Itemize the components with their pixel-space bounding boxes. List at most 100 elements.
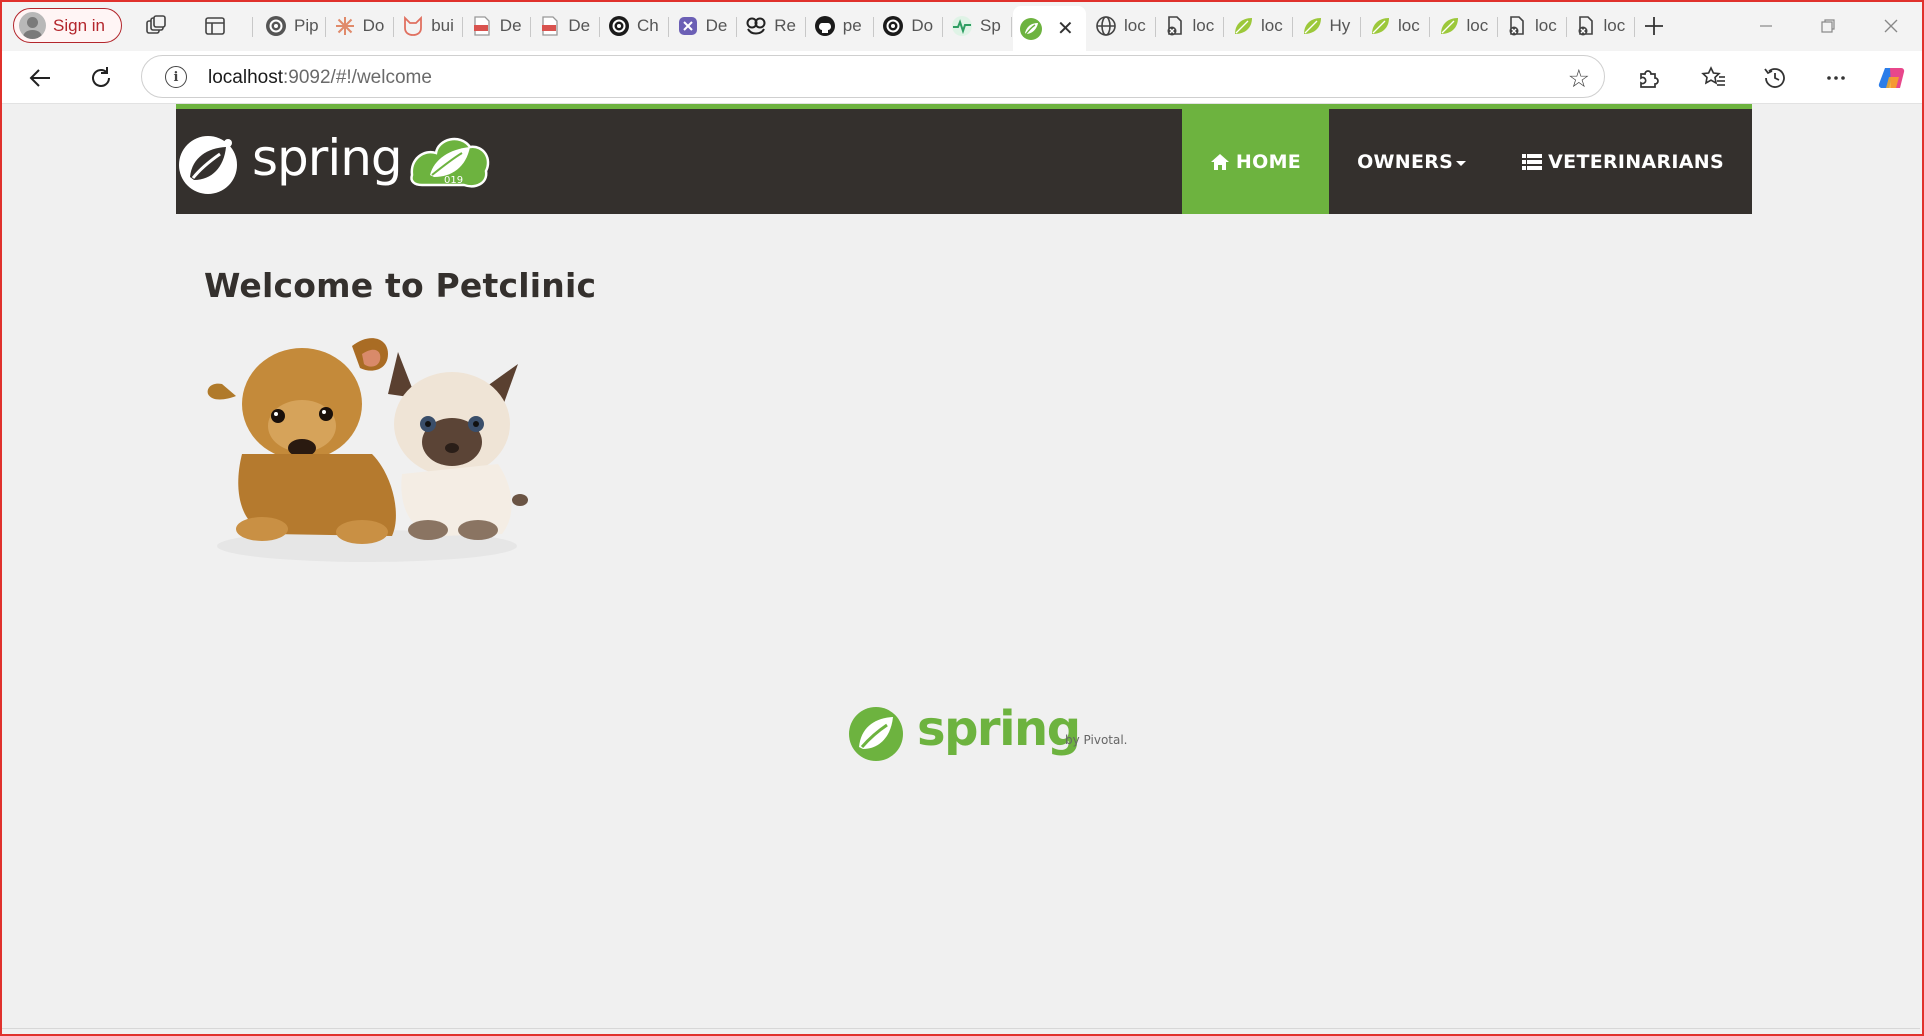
browser-tab[interactable]: loc (1568, 9, 1633, 43)
tab-title: loc (1192, 16, 1215, 35)
favorites-icon[interactable] (1698, 62, 1730, 94)
nav-home[interactable]: HOME (1181, 109, 1330, 214)
browser-toolbar: i localhost:9092/#!/welcome ☆ (0, 51, 1924, 104)
extensions-icon[interactable] (1632, 62, 1664, 94)
badge-text: 019 (444, 175, 463, 186)
new-tab-icon[interactable] (1640, 12, 1668, 40)
tab-title: pe (842, 16, 862, 35)
openai-icon (607, 14, 631, 38)
spring-brand-logo[interactable]: spring 019 (176, 121, 506, 197)
tab-title: Sp (980, 16, 1001, 35)
globe-icon (1094, 14, 1118, 38)
tab-separator (1634, 17, 1635, 37)
tab-separator (1291, 17, 1293, 37)
nav-veterinarians[interactable]: VETERINARIANS (1494, 109, 1752, 214)
app-icon (676, 14, 700, 38)
more-options-icon[interactable] (1820, 62, 1852, 94)
main-menu: HOME OWNERS VETERINARIANS (1181, 109, 1752, 214)
tab-separator (461, 17, 463, 37)
browser-tab[interactable]: loc (1225, 9, 1290, 43)
workspaces-icon[interactable] (142, 12, 170, 40)
browser-tab[interactable]: loc (1499, 9, 1564, 43)
browser-tab[interactable]: Do (327, 9, 392, 43)
tab-separator (942, 17, 943, 37)
tab-separator (530, 17, 532, 37)
tab-title: Ch (637, 16, 659, 35)
caret-down-icon (1456, 161, 1467, 166)
browser-tab[interactable]: Ch (601, 9, 666, 43)
nav-owners-label: OWNERS (1357, 150, 1454, 173)
reload-icon[interactable] (85, 62, 117, 94)
restore-icon[interactable] (1814, 12, 1842, 40)
tab-separator (736, 17, 738, 37)
tab-actions-icon[interactable] (201, 12, 229, 40)
profile-sign-in-button[interactable]: Sign in (13, 8, 122, 43)
copilot-icon[interactable] (1876, 62, 1908, 94)
browser-tab[interactable]: De (532, 9, 597, 43)
tab-title: loc (1124, 16, 1146, 35)
tab-title: Do (911, 16, 934, 35)
list-icon (1522, 153, 1543, 171)
tab-separator (1565, 17, 1567, 37)
browser-tab[interactable]: De (464, 9, 529, 43)
pulse-icon (950, 14, 974, 38)
spring-leaf-icon (1368, 14, 1392, 38)
browser-tab[interactable]: pe (807, 9, 872, 43)
spring-by-pivotal-logo: spring by Pivotal. (847, 701, 1137, 771)
tab-separator (1497, 17, 1498, 37)
url-text[interactable]: localhost:9092/#!/welcome (208, 67, 432, 89)
tab-title: loc (1261, 16, 1283, 35)
close-window-icon[interactable] (1877, 12, 1905, 40)
asterisk-icon (333, 14, 357, 38)
browser-tab[interactable]: loc (1088, 9, 1153, 43)
nav-home-label: HOME (1235, 150, 1302, 173)
browser-tab[interactable]: Do (875, 9, 940, 43)
site-info-icon[interactable]: i (165, 66, 187, 88)
browser-tab[interactable]: bui (395, 9, 460, 43)
browser-tab[interactable]: loc (1157, 9, 1222, 43)
tab-title: loc (1535, 16, 1557, 35)
page-viewport: spring 019 HOME OWNERS VETERINARIANS Wel… (2, 104, 1920, 1030)
tab-active[interactable]: ✕ (1013, 6, 1086, 51)
openai-icon (264, 14, 288, 38)
browser-tab[interactable]: Pip (258, 9, 323, 43)
browser-tab[interactable]: loc (1431, 9, 1496, 43)
pdf-icon (470, 14, 494, 38)
history-icon[interactable] (1759, 62, 1791, 94)
spring-logo-icon (849, 707, 903, 761)
app-navbar: spring 019 HOME OWNERS VETERINARIANS (176, 104, 1752, 214)
tab-separator (1360, 17, 1361, 37)
nav-veterinarians-label: VETERINARIANS (1548, 150, 1724, 173)
tab-title: loc (1466, 16, 1489, 35)
spring-leaf-icon (1300, 14, 1324, 38)
tab-title: Hy (1329, 16, 1351, 35)
pdf-icon (538, 14, 562, 38)
address-bar[interactable]: i localhost:9092/#!/welcome ☆ (141, 55, 1605, 98)
file-error-icon (1505, 14, 1529, 38)
leaf-badge-icon: 019 (410, 137, 490, 188)
nav-owners-dropdown[interactable]: OWNERS (1329, 109, 1494, 214)
minimize-icon[interactable] (1752, 12, 1780, 40)
browser-tab[interactable]: Hy (1294, 9, 1359, 43)
home-icon (1210, 152, 1230, 172)
tab-separator (1154, 17, 1156, 37)
page-divider (2, 1028, 1920, 1029)
browser-tab[interactable]: Sp (944, 9, 1009, 43)
browser-tab[interactable]: De (670, 9, 735, 43)
browser-tab[interactable]: loc (1362, 9, 1427, 43)
back-arrow-icon[interactable] (24, 62, 56, 94)
tab-title: loc (1398, 16, 1420, 35)
github-icon (813, 14, 837, 38)
tab-separator (1428, 17, 1430, 37)
favorite-star-icon[interactable]: ☆ (1568, 64, 1590, 94)
browser-tab[interactable]: Re (738, 9, 803, 43)
tab-separator (252, 17, 253, 37)
tab-separator (599, 17, 600, 37)
brand-word: spring (252, 129, 403, 187)
tab-separator (1223, 17, 1224, 37)
tab-separator (1010, 17, 1012, 37)
close-tab-icon[interactable]: ✕ (1057, 16, 1074, 41)
tab-separator (804, 17, 806, 37)
file-error-icon (1163, 14, 1187, 38)
fox-icon (401, 14, 425, 38)
